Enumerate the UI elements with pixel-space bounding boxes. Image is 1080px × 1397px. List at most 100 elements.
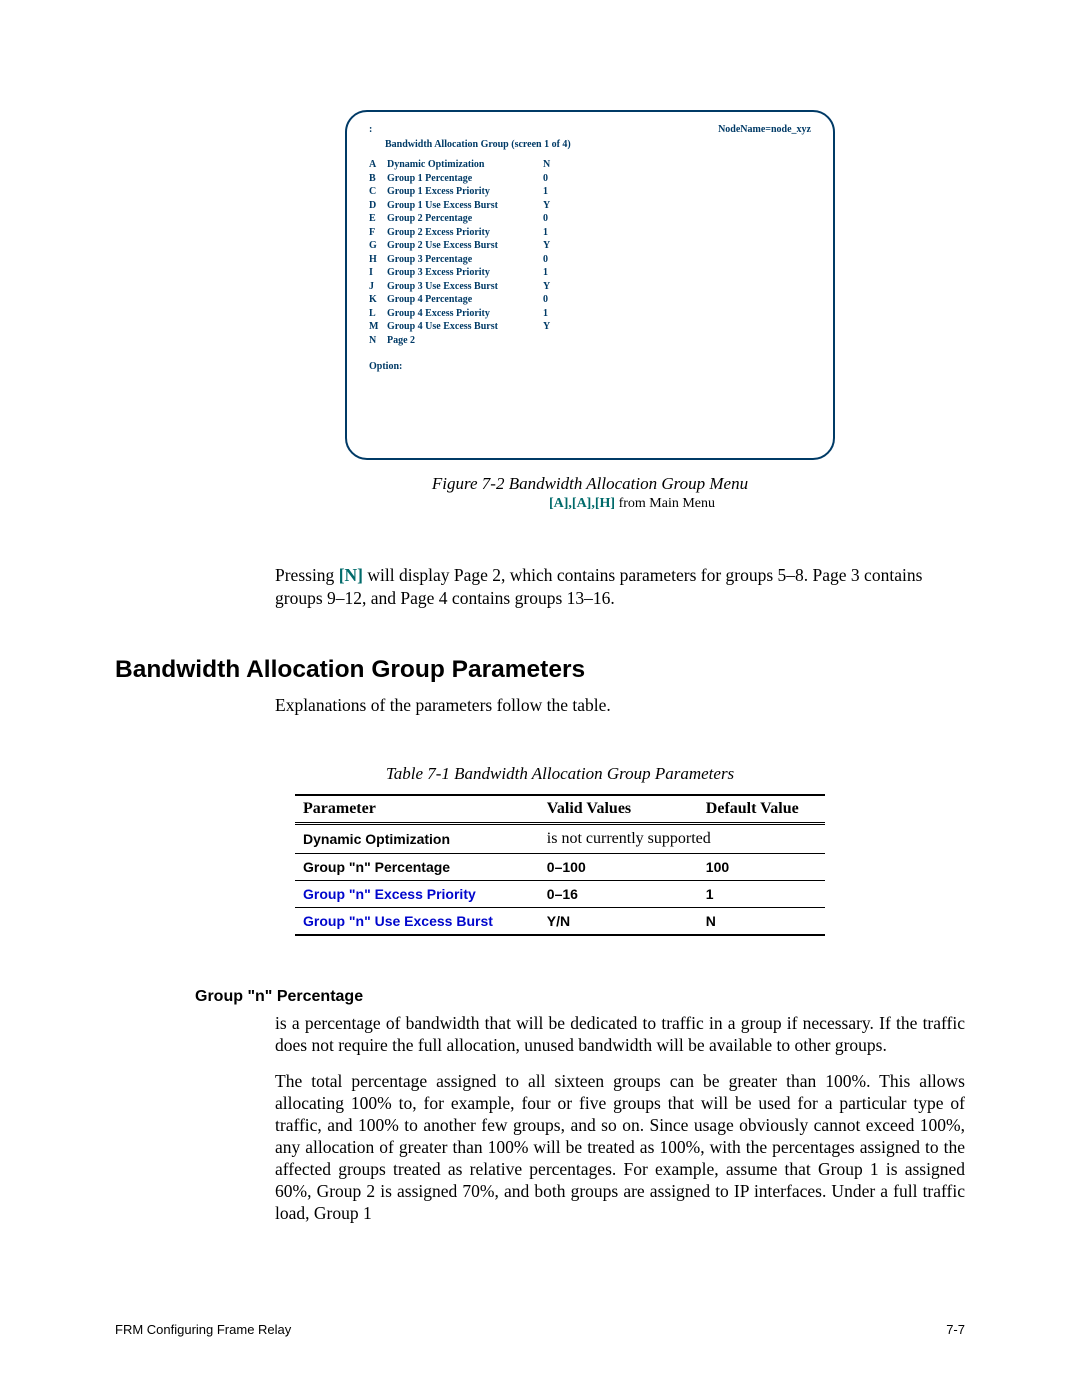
menu-value: N xyxy=(543,158,565,172)
cell-valid-values: Y/N xyxy=(539,907,698,935)
terminal-menu-row: F Group 2 Excess Priority 1 xyxy=(369,226,811,240)
terminal-menu-list: ADynamic OptimizationNBGroup 1 Percentag… xyxy=(369,158,811,347)
menu-value: Y xyxy=(543,320,565,334)
terminal-nodename: NodeName=node_xyz xyxy=(718,124,811,135)
menu-key: J xyxy=(369,280,381,294)
table-row: Group "n" Use Excess BurstY/NN xyxy=(295,907,825,935)
menu-key: F xyxy=(369,226,381,240)
menu-key: L xyxy=(369,307,381,321)
terminal-menu-row: M Group 4 Use Excess Burst Y xyxy=(369,320,811,334)
menu-key: N xyxy=(369,334,381,348)
menu-label: Page 2 xyxy=(387,334,537,348)
terminal-colon: : xyxy=(369,124,372,135)
menu-label: Group 4 Use Excess Burst xyxy=(387,320,537,334)
cell-default-value: 100 xyxy=(698,853,825,880)
table-row: Group "n" Excess Priority0–161 xyxy=(295,880,825,907)
menu-key: I xyxy=(369,266,381,280)
th-valid-values: Valid Values xyxy=(539,795,698,824)
table-caption: Table 7-1 Bandwidth Allocation Group Par… xyxy=(295,764,825,784)
menu-label: Group 3 Excess Priority xyxy=(387,266,537,280)
pressing-paragraph: Pressing [N] will display Page 2, which … xyxy=(275,564,965,610)
cell-parameter: Group "n" Percentage xyxy=(295,853,539,880)
menu-key: D xyxy=(369,199,381,213)
cell-valid-values: 0–16 xyxy=(539,880,698,907)
subsection-heading: Group "n" Percentage xyxy=(195,988,965,1006)
menu-key: A xyxy=(369,158,381,172)
terminal-menu-row: D Group 1 Use Excess Burst Y xyxy=(369,199,811,213)
page-footer: FRM Configuring Frame Relay 7-7 xyxy=(115,1322,965,1337)
menu-value xyxy=(543,334,565,348)
n-key-ref: [N] xyxy=(339,565,363,585)
menu-label: Group 3 Use Excess Burst xyxy=(387,280,537,294)
intro-paragraph: Explanations of the parameters follow th… xyxy=(275,694,965,716)
menu-key: G xyxy=(369,239,381,253)
menu-label: Group 3 Percentage xyxy=(387,253,537,267)
menu-key: K xyxy=(369,293,381,307)
menu-label: Group 1 Excess Priority xyxy=(387,185,537,199)
menu-key: M xyxy=(369,320,381,334)
table-row: Group "n" Percentage0–100100 xyxy=(295,853,825,880)
menu-label: Group 2 Percentage xyxy=(387,212,537,226)
section-heading: Bandwidth Allocation Group Parameters xyxy=(115,656,965,684)
cell-parameter: Dynamic Optimization xyxy=(295,823,539,853)
menu-value: 0 xyxy=(543,172,565,186)
menu-value: 1 xyxy=(543,307,565,321)
menu-value: Y xyxy=(543,280,565,294)
menu-key: C xyxy=(369,185,381,199)
menu-key: E xyxy=(369,212,381,226)
terminal-menu-row: C Group 1 Excess Priority 1 xyxy=(369,185,811,199)
figure-path: [A],[A],[H] xyxy=(549,496,615,511)
terminal-menu-row: H Group 3 Percentage 0 xyxy=(369,253,811,267)
params-table: Parameter Valid Values Default Value Dyn… xyxy=(295,794,825,936)
cell-parameter[interactable]: Group "n" Excess Priority xyxy=(295,880,539,907)
cell-valid-values: is not currently supported xyxy=(539,823,825,853)
cell-parameter[interactable]: Group "n" Use Excess Burst xyxy=(295,907,539,935)
menu-value: 1 xyxy=(543,226,565,240)
paragraph-2: The total percentage assigned to all six… xyxy=(275,1070,965,1224)
th-default-value: Default Value xyxy=(698,795,825,824)
figure-caption: Figure 7-2 Bandwidth Allocation Group Me… xyxy=(345,474,835,494)
footer-left: FRM Configuring Frame Relay xyxy=(115,1322,291,1337)
paragraph-1: is a percentage of bandwidth that will b… xyxy=(275,1012,965,1056)
menu-value: 1 xyxy=(543,266,565,280)
th-parameter: Parameter xyxy=(295,795,539,824)
terminal-figure: : NodeName=node_xyz Bandwidth Allocation… xyxy=(345,110,835,512)
menu-value: Y xyxy=(543,199,565,213)
terminal-menu-row: L Group 4 Excess Priority 1 xyxy=(369,307,811,321)
terminal-menu-row: N Page 2 xyxy=(369,334,811,348)
menu-label: Group 4 Percentage xyxy=(387,293,537,307)
menu-label: Dynamic Optimization xyxy=(387,158,537,172)
terminal-menu-row: K Group 4 Percentage 0 xyxy=(369,293,811,307)
terminal-menu-row: BGroup 1 Percentage0 xyxy=(369,172,811,186)
terminal-menu-row: I Group 3 Excess Priority 1 xyxy=(369,266,811,280)
figure-subcaption: [A],[A],[H] from Main Menu xyxy=(345,496,715,512)
terminal-menu-row: J Group 3 Use Excess Burst Y xyxy=(369,280,811,294)
menu-label: Group 2 Excess Priority xyxy=(387,226,537,240)
cell-default-value: 1 xyxy=(698,880,825,907)
menu-value: 1 xyxy=(543,185,565,199)
table-row: Dynamic Optimizationis not currently sup… xyxy=(295,823,825,853)
table-header-row: Parameter Valid Values Default Value xyxy=(295,795,825,824)
cell-default-value: N xyxy=(698,907,825,935)
terminal-menu-row: A Dynamic Optimization N xyxy=(369,158,811,172)
terminal-screen: : NodeName=node_xyz Bandwidth Allocation… xyxy=(345,110,835,460)
menu-value: 0 xyxy=(543,212,565,226)
footer-right: 7-7 xyxy=(946,1322,965,1337)
page: : NodeName=node_xyz Bandwidth Allocation… xyxy=(0,0,1080,1397)
pressing-pre: Pressing xyxy=(275,565,339,585)
menu-value: 0 xyxy=(543,293,565,307)
menu-key: B xyxy=(369,172,381,186)
pressing-rest: will display Page 2, which contains para… xyxy=(275,565,922,608)
terminal-menu-row: G Group 2 Use Excess Burst Y xyxy=(369,239,811,253)
cell-valid-values: 0–100 xyxy=(539,853,698,880)
menu-label: Group 4 Excess Priority xyxy=(387,307,537,321)
menu-label: Group 1 Use Excess Burst xyxy=(387,199,537,213)
menu-value: Y xyxy=(543,239,565,253)
menu-key: H xyxy=(369,253,381,267)
menu-value: 0 xyxy=(543,253,565,267)
terminal-option: Option: xyxy=(369,361,811,372)
terminal-menu-row: E Group 2 Percentage 0 xyxy=(369,212,811,226)
terminal-title: Bandwidth Allocation Group (screen 1 of … xyxy=(385,139,811,150)
menu-label: Group 2 Use Excess Burst xyxy=(387,239,537,253)
figure-sub-rest: from Main Menu xyxy=(615,496,715,511)
